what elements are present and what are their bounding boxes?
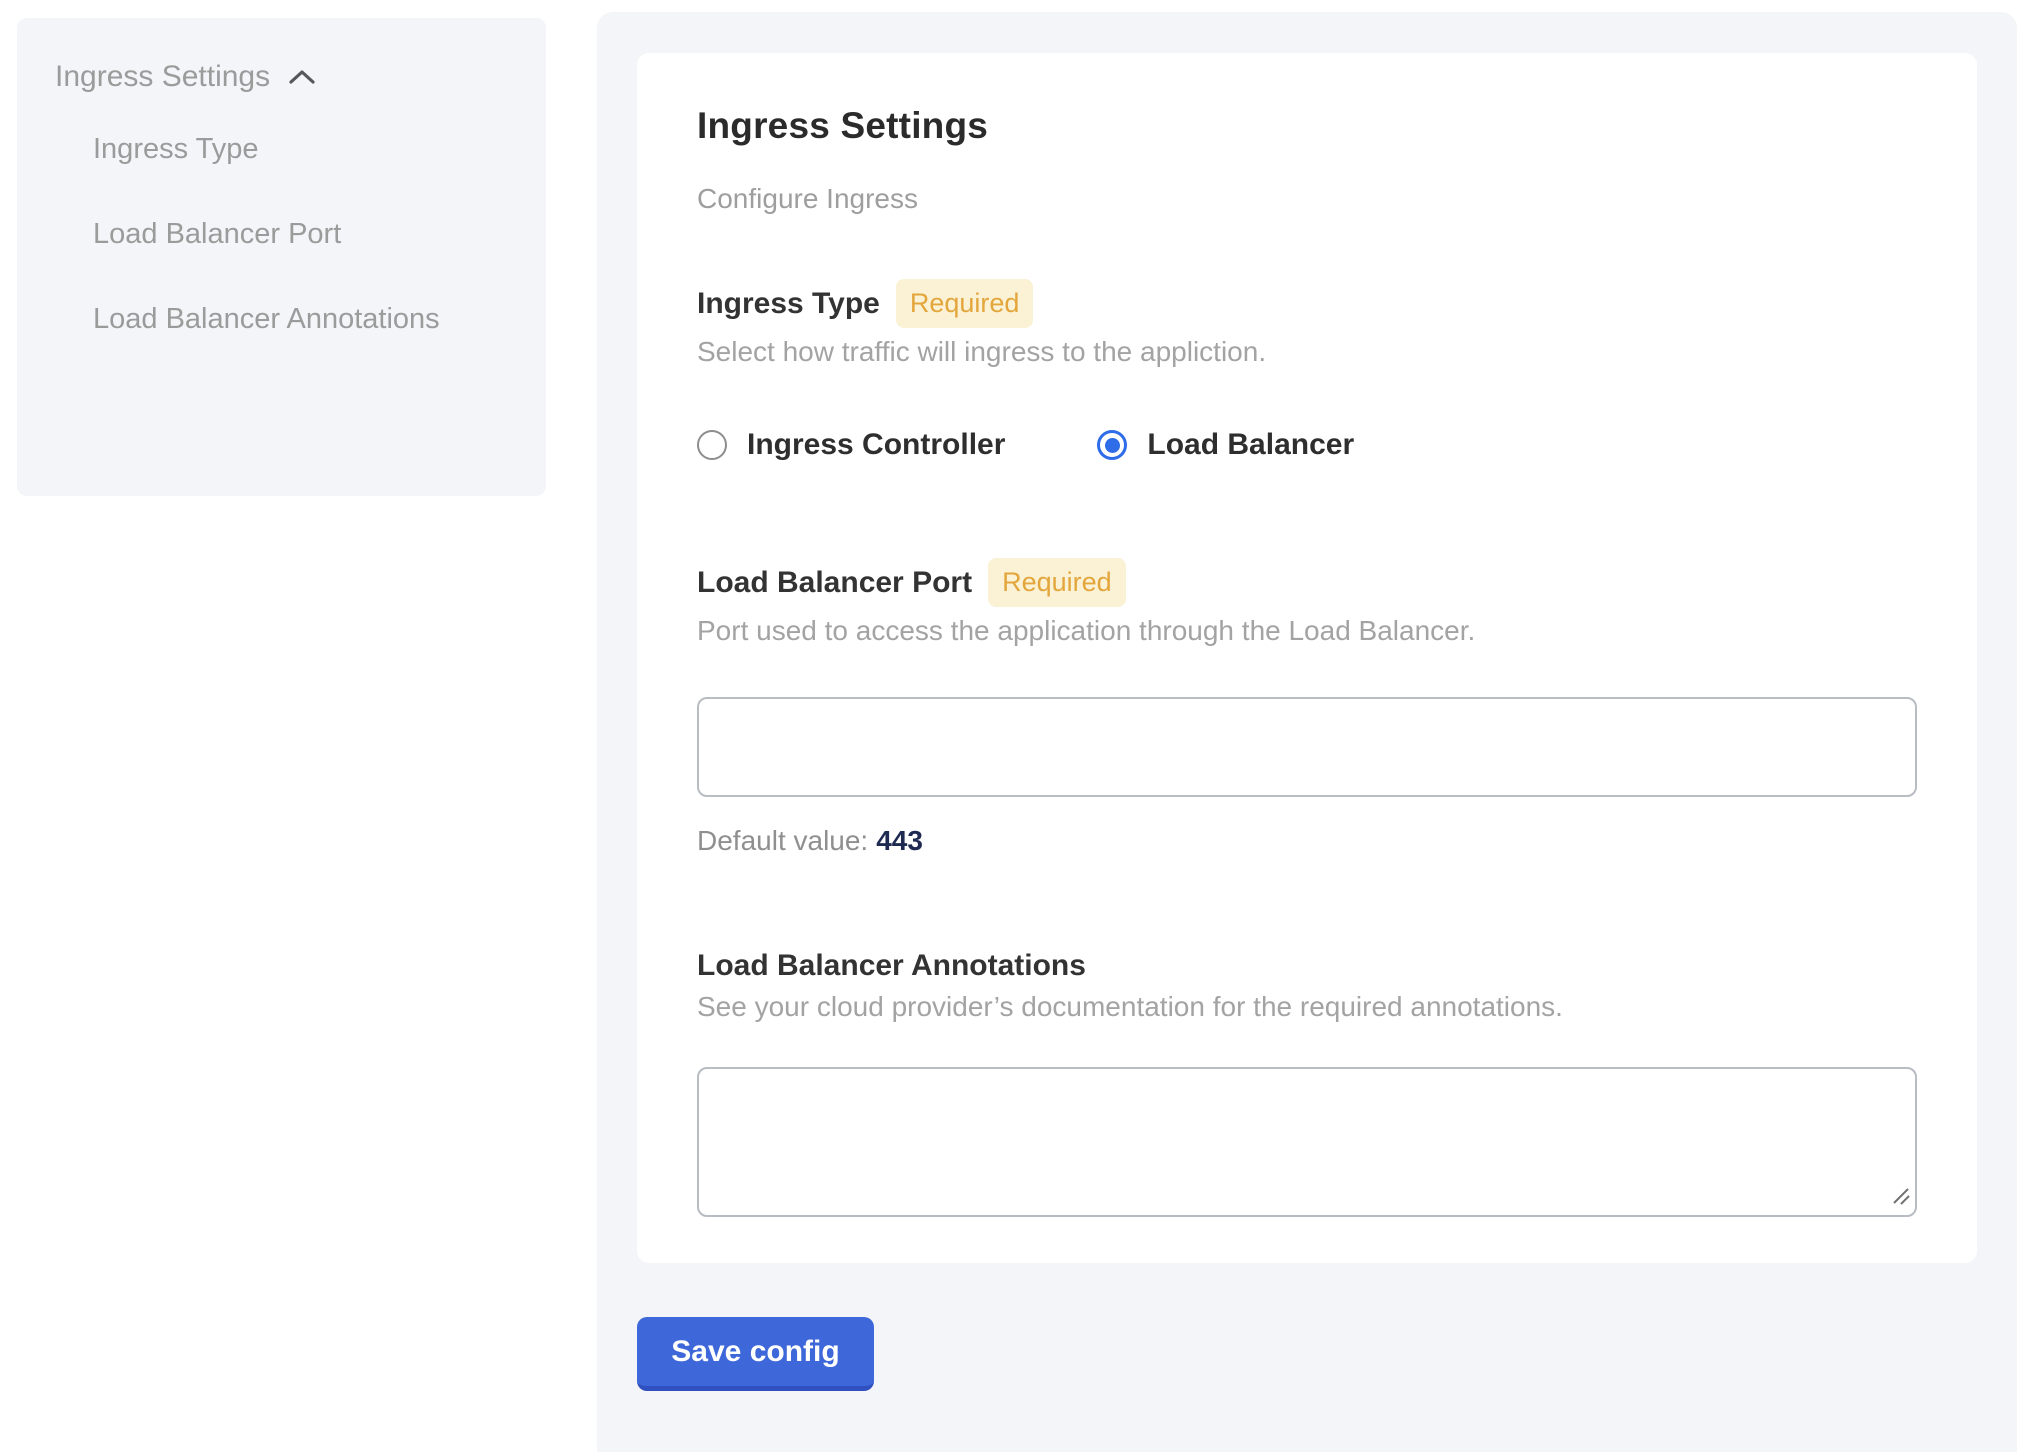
save-config-button[interactable]: Save config (637, 1317, 874, 1391)
load-balancer-annotations-heading: Load Balancer Annotations (697, 949, 1917, 983)
sidebar-item-load-balancer-annotations[interactable]: Load Balancer Annotations (93, 289, 473, 349)
ingress-type-heading: Ingress Type Required (697, 279, 1917, 328)
radio-selected-icon[interactable] (1097, 430, 1127, 460)
load-balancer-port-label: Load Balancer Port (697, 566, 972, 600)
page-title: Ingress Settings (697, 105, 1917, 147)
chevron-up-icon (288, 60, 316, 94)
load-balancer-port-input[interactable] (697, 697, 1917, 797)
default-value-helper: Default value: 443 (697, 825, 1917, 857)
default-value-label: Default value: (697, 825, 868, 856)
required-badge: Required (988, 558, 1126, 607)
load-balancer-annotations-description: See your cloud provider’s documentation … (697, 991, 1917, 1023)
ingress-settings-card: Ingress Settings Configure Ingress Ingre… (637, 53, 1977, 1263)
load-balancer-port-heading: Load Balancer Port Required (697, 558, 1917, 607)
sidebar-section-ingress-settings[interactable]: Ingress Settings (55, 60, 516, 94)
load-balancer-annotations-textarea[interactable] (697, 1067, 1917, 1217)
sidebar-item-load-balancer-port[interactable]: Load Balancer Port (93, 204, 473, 264)
radio-dot (1105, 438, 1120, 453)
required-badge: Required (896, 279, 1034, 328)
default-value-number: 443 (876, 825, 923, 856)
ingress-type-label: Ingress Type (697, 287, 880, 321)
radio-option-ingress-controller[interactable]: Ingress Controller (697, 428, 1005, 462)
section-ingress-type: Ingress Type Required Select how traffic… (697, 279, 1917, 462)
page-subtitle: Configure Ingress (697, 183, 1917, 215)
section-load-balancer-annotations: Load Balancer Annotations See your cloud… (697, 949, 1917, 1217)
sidebar-section-title: Ingress Settings (55, 60, 270, 94)
radio-unselected-icon[interactable] (697, 430, 727, 460)
radio-label-load-balancer: Load Balancer (1147, 428, 1354, 462)
annotations-textarea-wrap (697, 1067, 1917, 1217)
sidebar-item-ingress-type[interactable]: Ingress Type (93, 119, 473, 179)
ingress-settings-panel: Ingress Settings Configure Ingress Ingre… (597, 12, 2017, 1452)
radio-label-ingress-controller: Ingress Controller (747, 428, 1005, 462)
load-balancer-annotations-label: Load Balancer Annotations (697, 949, 1086, 983)
sidebar-item-list: Ingress Type Load Balancer Port Load Bal… (55, 119, 516, 349)
settings-nav-sidebar: Ingress Settings Ingress Type Load Balan… (17, 18, 546, 496)
ingress-type-description: Select how traffic will ingress to the a… (697, 336, 1917, 368)
ingress-type-radio-group: Ingress Controller Load Balancer (697, 428, 1917, 462)
load-balancer-port-description: Port used to access the application thro… (697, 615, 1917, 647)
section-load-balancer-port: Load Balancer Port Required Port used to… (697, 558, 1917, 857)
radio-option-load-balancer[interactable]: Load Balancer (1097, 428, 1354, 462)
